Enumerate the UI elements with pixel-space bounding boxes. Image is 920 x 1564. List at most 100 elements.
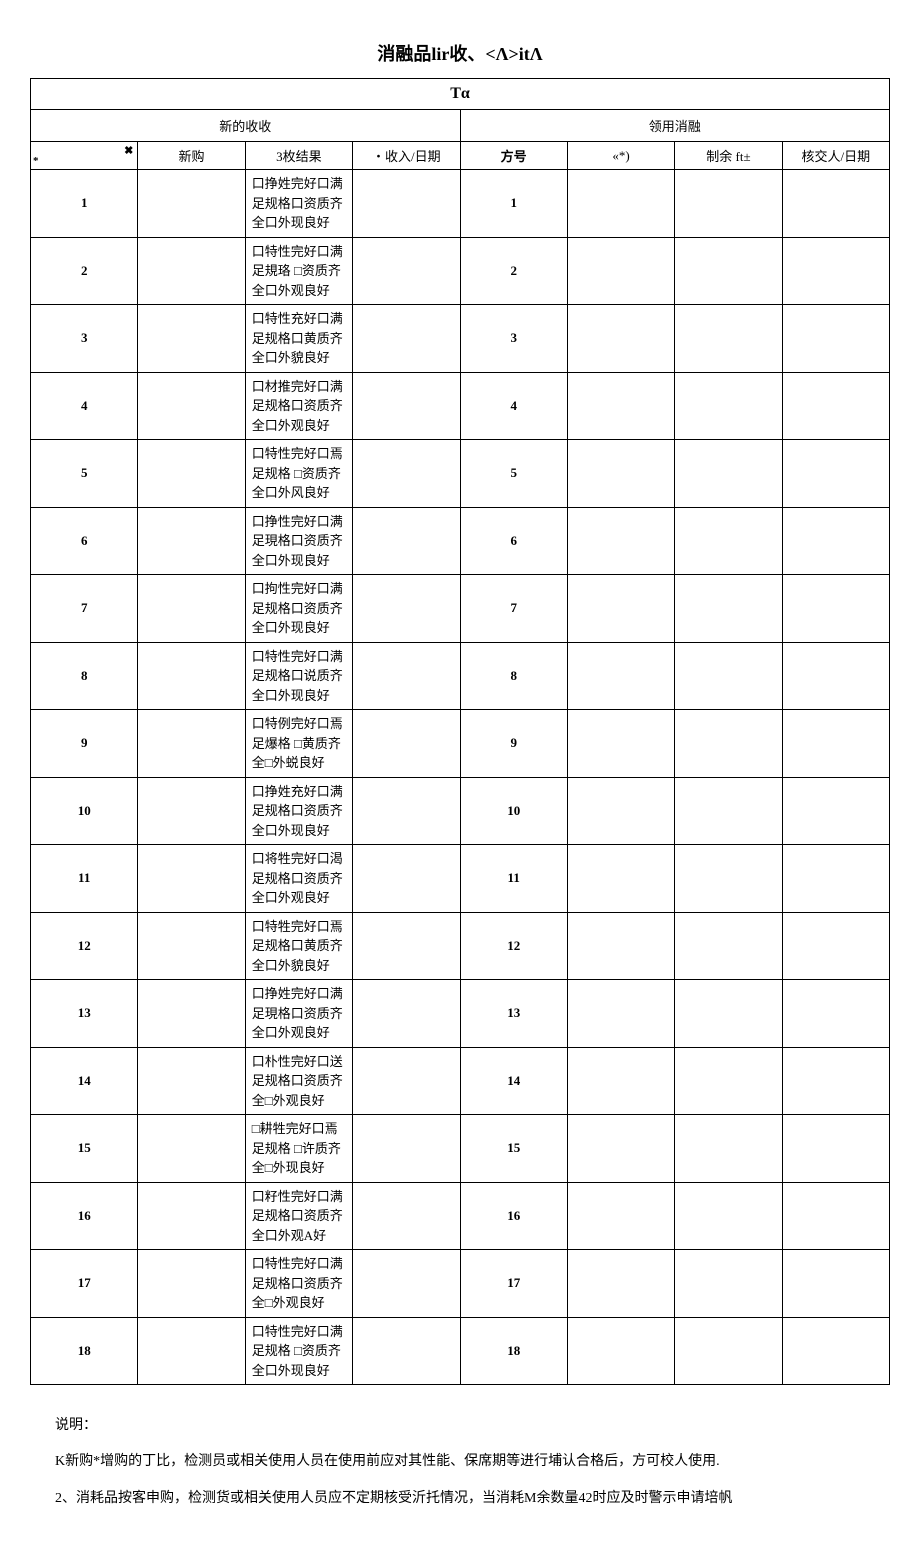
row-hejiao — [782, 980, 889, 1048]
row-fanghao: 14 — [460, 1047, 567, 1115]
row-hejiao — [782, 1047, 889, 1115]
row-index: 2 — [31, 237, 138, 305]
table-row: 7口拘性完好口满足规格口资质齐全口外现良好7 — [31, 575, 890, 643]
row-result: 口将牲完好口渴足规格口资质齐全口外观良好 — [245, 845, 352, 913]
row-hejiao — [782, 170, 889, 238]
row-zhiyu — [675, 1115, 782, 1183]
row-result: 口挣姓完好口满足规格口资质齐全口外现良好 — [245, 170, 352, 238]
row-zhiyu — [675, 1047, 782, 1115]
table-row: 8口特性完好口满足规格口说质齐全口外现良好8 — [31, 642, 890, 710]
row-result: 口特性完好口焉足规格 □资质齐全口外风良好 — [245, 440, 352, 508]
header-zhiyu: 制余 ft± — [675, 142, 782, 170]
top-header: Tα — [31, 79, 890, 110]
row-date-in — [353, 642, 460, 710]
row-hejiao — [782, 575, 889, 643]
row-date-in — [353, 440, 460, 508]
row-xingou — [138, 440, 245, 508]
row-date-in — [353, 777, 460, 845]
row-fanghao: 2 — [460, 237, 567, 305]
table-row: 12口特牲完好口焉足规格口黄质齐全口外貌良好12 — [31, 912, 890, 980]
row-date-in — [353, 305, 460, 373]
row-star — [567, 912, 674, 980]
row-xingou — [138, 170, 245, 238]
row-hejiao — [782, 507, 889, 575]
row-result: □耕牲完好口焉足规格 □许质齐全□外现良好 — [245, 1115, 352, 1183]
row-zhiyu — [675, 642, 782, 710]
table-row: 1口挣姓完好口满足规格口资质齐全口外现良好1 — [31, 170, 890, 238]
header-xingou: 新购 — [138, 142, 245, 170]
row-star — [567, 710, 674, 778]
row-xingou — [138, 710, 245, 778]
row-star — [567, 372, 674, 440]
row-result: 口特性完好口满足规格口资质齐全□外观良好 — [245, 1250, 352, 1318]
row-date-in — [353, 912, 460, 980]
row-date-in — [353, 1047, 460, 1115]
row-index: 1 — [31, 170, 138, 238]
row-xingou — [138, 1250, 245, 1318]
table-row: 18口特性完好口满足规格 □资质齐全口外现良好18 — [31, 1317, 890, 1385]
row-xingou — [138, 845, 245, 913]
row-fanghao: 9 — [460, 710, 567, 778]
row-index: 14 — [31, 1047, 138, 1115]
row-star — [567, 1250, 674, 1318]
row-result: 口籽性完好口满足规格口资质齐全口外观A好 — [245, 1182, 352, 1250]
row-fanghao: 4 — [460, 372, 567, 440]
row-fanghao: 5 — [460, 440, 567, 508]
row-zhiyu — [675, 980, 782, 1048]
row-xingou — [138, 575, 245, 643]
row-zhiyu — [675, 777, 782, 845]
table-row: 6口挣性完好口满足現格口资质齐全口外现良好6 — [31, 507, 890, 575]
row-zhiyu — [675, 507, 782, 575]
header-index: ✖ * — [31, 142, 138, 170]
table-row: 9口特例完好口焉足爆格 □黄质齐全□外蜕良好9 — [31, 710, 890, 778]
row-star — [567, 1115, 674, 1183]
row-star — [567, 845, 674, 913]
row-star — [567, 1182, 674, 1250]
table-row: 11口将牲完好口渴足规格口资质齐全口外观良好11 — [31, 845, 890, 913]
row-zhiyu — [675, 440, 782, 508]
row-star — [567, 1047, 674, 1115]
row-result: 口朴性完好口送足规格口资质齐全□外观良好 — [245, 1047, 352, 1115]
row-index: 5 — [31, 440, 138, 508]
row-xingou — [138, 642, 245, 710]
row-xingou — [138, 1047, 245, 1115]
row-result: 口拘性完好口满足规格口资质齐全口外现良好 — [245, 575, 352, 643]
row-fanghao: 13 — [460, 980, 567, 1048]
row-zhiyu — [675, 237, 782, 305]
row-index: 13 — [31, 980, 138, 1048]
row-date-in — [353, 170, 460, 238]
row-fanghao: 15 — [460, 1115, 567, 1183]
row-index: 3 — [31, 305, 138, 373]
header-hejiao: 核交人/日期 — [782, 142, 889, 170]
row-xingou — [138, 1115, 245, 1183]
row-star — [567, 305, 674, 373]
notes-line-2: 2、消耗品按客申购，检测货或相关使用人员应不定期核受沂托情况，当消耗M余数量42… — [55, 1488, 865, 1510]
row-fanghao: 11 — [460, 845, 567, 913]
table-row: 10口挣姓充好口满足规格口资质齐全口外现良好10 — [31, 777, 890, 845]
row-xingou — [138, 507, 245, 575]
row-zhiyu — [675, 1317, 782, 1385]
row-zhiyu — [675, 305, 782, 373]
table-row: 13口挣姓完好口满足現格口资质齐全口外观良好13 — [31, 980, 890, 1048]
row-hejiao — [782, 305, 889, 373]
row-date-in — [353, 575, 460, 643]
row-index: 15 — [31, 1115, 138, 1183]
row-star — [567, 170, 674, 238]
row-index: 9 — [31, 710, 138, 778]
row-zhiyu — [675, 912, 782, 980]
row-zhiyu — [675, 1250, 782, 1318]
row-zhiyu — [675, 710, 782, 778]
table-row: 16口籽性完好口满足规格口资质齐全口外观A好16 — [31, 1182, 890, 1250]
row-result: 口特性完好口满足规格 □资质齐全口外现良好 — [245, 1317, 352, 1385]
row-index: 12 — [31, 912, 138, 980]
row-star — [567, 575, 674, 643]
header-date-in: ・收入/日期 — [353, 142, 460, 170]
row-hejiao — [782, 1317, 889, 1385]
header-star-col: «*) — [567, 142, 674, 170]
row-result: 口特牲完好口焉足规格口黄质齐全口外貌良好 — [245, 912, 352, 980]
row-hejiao — [782, 845, 889, 913]
row-index: 16 — [31, 1182, 138, 1250]
row-result: 口挣性完好口满足現格口资质齐全口外现良好 — [245, 507, 352, 575]
row-fanghao: 8 — [460, 642, 567, 710]
row-date-in — [353, 845, 460, 913]
